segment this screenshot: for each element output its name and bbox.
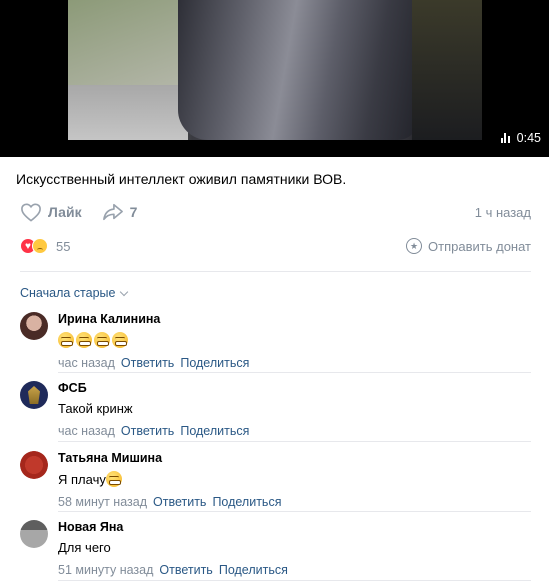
share-arrow-icon (102, 203, 123, 221)
comment-author[interactable]: Новая Яна (58, 520, 531, 534)
comment-body: Новая Яна Для чего 51 минуту назад Ответ… (58, 520, 531, 577)
grimace-emoji-icon (58, 332, 74, 348)
avatar[interactable] (20, 451, 48, 479)
grimace-emoji-icon (105, 471, 122, 487)
sort-label: Сначала старые (20, 286, 116, 300)
thumbnail-background (68, 0, 188, 85)
share-button[interactable]: 7 (102, 202, 138, 222)
reply-button[interactable]: Ответить (121, 356, 174, 370)
like-button[interactable]: Лайк (20, 202, 82, 222)
donate-button[interactable]: ★ Отправить донат (406, 238, 531, 254)
share-comment-button[interactable]: Поделиться (212, 495, 281, 509)
comment-author[interactable]: Ирина Калинина (58, 312, 531, 326)
divider (58, 511, 531, 512)
comment-body: Ирина Калинина час назад Ответить Подели… (58, 312, 531, 370)
reaction-icons[interactable]: ♥ (20, 238, 48, 254)
chevron-down-icon (120, 287, 129, 296)
comment-time[interactable]: час назад (58, 424, 115, 438)
donate-label: Отправить донат (428, 238, 531, 254)
share-count: 7 (129, 204, 138, 220)
comment-meta: 58 минут назад Ответить Поделиться (58, 495, 531, 509)
avatar[interactable] (20, 312, 48, 340)
comment-time[interactable]: 58 минут назад (58, 495, 147, 509)
grimace-emoji-icon (112, 332, 128, 348)
reaction-count[interactable]: 55 (56, 239, 70, 254)
comment-meta: 51 минуту назад Ответить Поделиться (58, 563, 531, 577)
video-thumbnail[interactable] (68, 0, 482, 140)
comment-body: Татьяна Мишина Я плачу 58 минут назад От… (58, 451, 531, 509)
reactions-bar: ♥ 55 ★ Отправить донат (20, 236, 531, 256)
thumbnail-figure (178, 0, 418, 140)
comment-text: Такой кринж (58, 401, 133, 416)
comment-time[interactable]: час назад (58, 356, 115, 370)
comment-meta: час назад Ответить Поделиться (58, 356, 531, 370)
grimace-emoji-icon (94, 332, 110, 348)
thumbnail-road (68, 85, 188, 140)
thumbnail-trees (412, 0, 482, 140)
comment-author[interactable]: Татьяна Мишина (58, 451, 531, 465)
avatar[interactable] (20, 520, 48, 548)
divider (20, 271, 531, 272)
divider (58, 580, 531, 581)
post-actions: Лайк 7 1 ч назад (20, 200, 531, 224)
comment-text: Для чего (58, 540, 111, 555)
reply-button[interactable]: Ответить (153, 495, 206, 509)
duration-label: 0:45 (516, 131, 541, 145)
grimace-emoji-icon (76, 332, 92, 348)
comment-time[interactable]: 51 минуту назад (58, 563, 153, 577)
divider (58, 372, 531, 373)
post-time[interactable]: 1 ч назад (475, 205, 531, 220)
like-label: Лайк (48, 204, 82, 220)
comment-text: Я плачу (58, 471, 531, 487)
sad-reaction-icon (32, 238, 48, 254)
comment-meta: час назад Ответить Поделиться (58, 424, 531, 438)
audio-bars-icon (500, 133, 510, 143)
share-comment-button[interactable]: Поделиться (180, 424, 249, 438)
post-text: Искусственный интеллект оживил памятники… (16, 171, 347, 187)
video-duration: 0:45 (500, 131, 541, 145)
share-comment-button[interactable]: Поделиться (180, 356, 249, 370)
avatar[interactable] (20, 381, 48, 409)
sort-dropdown[interactable]: Сначала старые (20, 286, 129, 300)
heart-outline-icon (21, 203, 41, 222)
share-comment-button[interactable]: Поделиться (219, 563, 288, 577)
comment-text (58, 332, 531, 348)
comment-text-content: Я плачу (58, 471, 106, 487)
reply-button[interactable]: Ответить (159, 563, 212, 577)
reply-button[interactable]: Ответить (121, 424, 174, 438)
comment-author[interactable]: ФСБ (58, 381, 531, 395)
star-icon: ★ (406, 238, 423, 254)
divider (58, 441, 531, 442)
comment-body: ФСБ Такой кринж час назад Ответить Подел… (58, 381, 531, 438)
video-player[interactable]: 0:45 (0, 0, 549, 157)
